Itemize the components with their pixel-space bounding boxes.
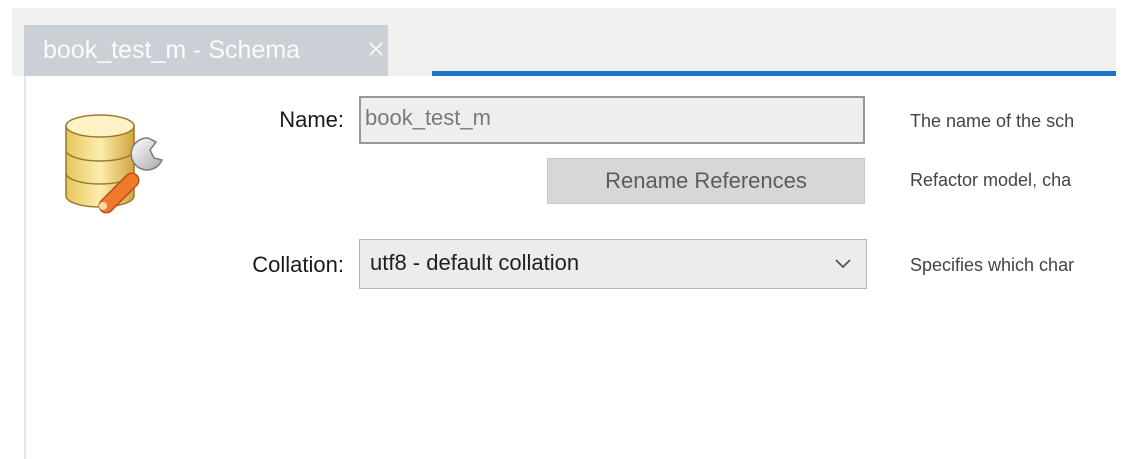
tab-schema[interactable]: book_test_m - Schema	[24, 25, 388, 76]
tab-bar: book_test_m - Schema	[12, 8, 1116, 76]
rename-description-part1: Refactor model	[910, 170, 1033, 190]
collation-label: Collation:	[252, 252, 344, 277]
rename-description-part2: cha	[1037, 170, 1072, 190]
name-label: Name:	[279, 107, 344, 132]
collation-select[interactable]: utf8 - default collation	[359, 239, 867, 289]
rename-description: Refactor model, cha	[910, 170, 1118, 191]
rename-references-button[interactable]: Rename References	[547, 158, 865, 204]
collation-description: Specifies which char	[910, 255, 1075, 275]
schema-name-input[interactable]	[359, 96, 865, 144]
schema-editor-window: book_test_m - Schema Name: book_test_m R…	[12, 8, 1118, 459]
database-schema-icon	[56, 108, 176, 218]
collation-selected-value: utf8 - default collation	[370, 250, 580, 275]
schema-form-panel: Name: Rename References Collation: utf8 …	[24, 76, 1118, 459]
tab-title: book_test_m - Schema	[43, 36, 301, 64]
chevron-down-icon	[834, 257, 852, 271]
close-icon[interactable]	[366, 39, 386, 59]
name-description: The name of the sch	[910, 111, 1075, 131]
